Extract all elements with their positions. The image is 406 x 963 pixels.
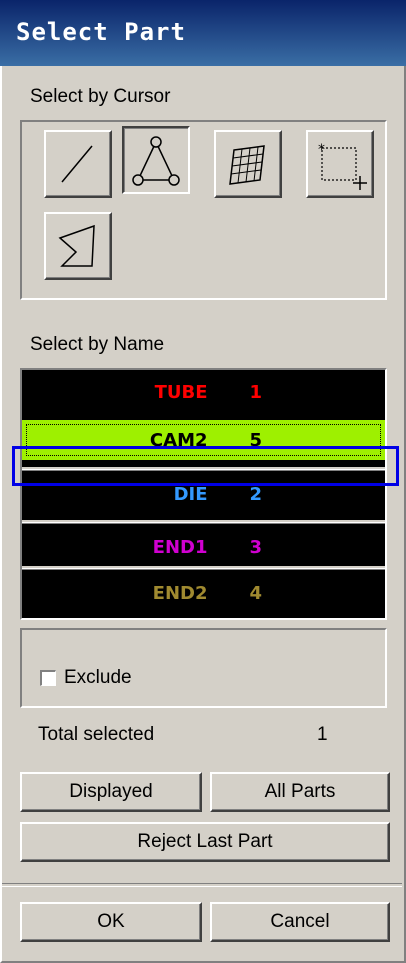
part-id: 2 xyxy=(249,483,263,505)
displayed-button[interactable]: Displayed xyxy=(20,772,202,812)
freehand-area-icon xyxy=(58,224,95,267)
button-divider xyxy=(2,883,402,887)
ok-button[interactable]: OK xyxy=(20,902,202,942)
reject-last-part-button[interactable]: Reject Last Part xyxy=(20,822,390,862)
row-separator xyxy=(22,566,385,570)
part-id: 3 xyxy=(249,536,263,558)
select-by-name-label: Select by Name xyxy=(30,334,165,355)
row-separator xyxy=(22,520,385,524)
window-title: Select Part xyxy=(16,18,186,46)
part-id: 1 xyxy=(249,381,263,403)
all-parts-button[interactable]: All Parts xyxy=(210,772,390,812)
surface-mesh-icon xyxy=(229,145,265,185)
box-select-tool[interactable]: * xyxy=(306,130,374,198)
surface-select-tool[interactable] xyxy=(214,130,282,198)
selection-highlight xyxy=(12,446,399,486)
part-row-end1[interactable]: END1 3 xyxy=(22,527,385,567)
exclude-checkbox[interactable] xyxy=(40,670,56,686)
total-selected-value: 1 xyxy=(317,724,328,745)
part-name: DIE xyxy=(173,483,208,505)
exclude-label: Exclude xyxy=(64,667,132,688)
part-name: END2 xyxy=(152,582,208,604)
line-select-tool[interactable] xyxy=(44,130,112,198)
part-id: 4 xyxy=(249,582,263,604)
polygon-select-icon xyxy=(132,136,180,186)
polygon-select-tool[interactable] xyxy=(122,126,190,194)
part-list[interactable]: TUBE 1 CAM2 5 DIE 2 END1 3 END2 4 xyxy=(20,368,387,620)
select-by-cursor-label: Select by Cursor xyxy=(30,86,171,107)
svg-text:*: * xyxy=(318,142,325,158)
box-select-icon: * xyxy=(318,142,367,190)
part-name: TUBE xyxy=(154,381,208,403)
line-select-icon xyxy=(61,145,93,183)
title-bar: Select Part xyxy=(0,0,406,66)
freehand-area-select-tool[interactable] xyxy=(44,212,112,280)
part-row-tube[interactable]: TUBE 1 xyxy=(22,372,385,412)
total-selected-label: Total selected xyxy=(38,724,155,745)
part-name: END1 xyxy=(152,536,208,558)
cancel-button[interactable]: Cancel xyxy=(210,902,390,942)
part-row-end2[interactable]: END2 4 xyxy=(22,573,385,613)
